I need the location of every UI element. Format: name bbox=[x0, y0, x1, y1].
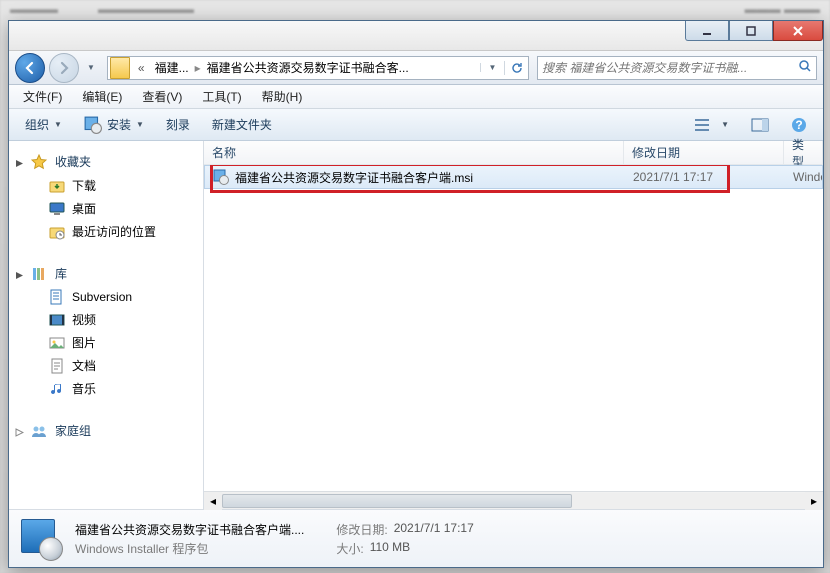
search-input[interactable] bbox=[542, 61, 798, 75]
install-button[interactable]: 安装▼ bbox=[74, 112, 154, 138]
details-size-label: 大小: bbox=[336, 540, 363, 557]
sidebar-item-downloads[interactable]: 下载 bbox=[9, 174, 203, 197]
collapse-icon[interactable] bbox=[15, 269, 24, 278]
titlebar bbox=[9, 21, 823, 51]
desktop-icon bbox=[49, 201, 65, 217]
subversion-icon bbox=[49, 289, 65, 305]
scrollbar-thumb[interactable] bbox=[222, 494, 572, 508]
chevron-down-icon: ▼ bbox=[136, 120, 144, 129]
nav-bar: ▼ « 福建... ▸ 福建省公共资源交易数字证书融合客... ▼ bbox=[9, 51, 823, 85]
videos-icon bbox=[49, 312, 65, 328]
recent-icon bbox=[49, 224, 65, 240]
breadcrumb[interactable]: « 福建... ▸ 福建省公共资源交易数字证书融合客... ▼ bbox=[107, 56, 529, 80]
folder-icon bbox=[110, 57, 130, 79]
file-row[interactable]: 福建省公共资源交易数字证书融合客户端.msi 2021/7/1 17:17 Wi… bbox=[204, 165, 823, 189]
breadcrumb-segment[interactable]: 福建... bbox=[151, 59, 193, 76]
forward-button[interactable] bbox=[49, 53, 79, 83]
documents-icon bbox=[49, 358, 65, 374]
column-header-date[interactable]: 修改日期 bbox=[624, 141, 784, 164]
homegroup-icon bbox=[31, 423, 47, 439]
details-date-label: 修改日期: bbox=[336, 521, 387, 538]
file-list-pane: 名称 修改日期 类型 福建省公共资源交易数字证书融合客户端.msi 2021/7… bbox=[204, 141, 823, 509]
organize-button[interactable]: 组织▼ bbox=[15, 112, 72, 137]
minimize-button[interactable] bbox=[685, 21, 729, 41]
sidebar-item-recent[interactable]: 最近访问的位置 bbox=[9, 220, 203, 243]
history-dropdown-icon[interactable]: ▼ bbox=[83, 63, 99, 72]
close-button[interactable] bbox=[773, 21, 823, 41]
breadcrumb-prefix: « bbox=[132, 61, 151, 75]
menu-tools[interactable]: 工具(T) bbox=[194, 86, 249, 107]
new-folder-button[interactable]: 新建文件夹 bbox=[202, 112, 282, 137]
burn-button[interactable]: 刻录 bbox=[156, 112, 200, 137]
menu-edit[interactable]: 编辑(E) bbox=[74, 86, 130, 107]
sidebar-item-videos[interactable]: 视频 bbox=[9, 308, 203, 331]
details-kind: Windows Installer 程序包 bbox=[75, 540, 304, 557]
menu-view[interactable]: 查看(V) bbox=[134, 86, 190, 107]
sidebar-item-desktop[interactable]: 桌面 bbox=[9, 197, 203, 220]
column-header-type[interactable]: 类型 bbox=[784, 141, 823, 164]
menubar: 文件(F) 编辑(E) 查看(V) 工具(T) 帮助(H) bbox=[9, 85, 823, 109]
refresh-icon[interactable] bbox=[504, 61, 528, 75]
file-list[interactable]: 福建省公共资源交易数字证书融合客户端.msi 2021/7/1 17:17 Wi… bbox=[204, 165, 823, 491]
back-button[interactable] bbox=[15, 53, 45, 83]
chevron-down-icon: ▼ bbox=[721, 120, 729, 129]
file-name: 福建省公共资源交易数字证书融合客户端.msi bbox=[235, 169, 473, 186]
maximize-button[interactable] bbox=[729, 21, 773, 41]
details-pane: 福建省公共资源交易数字证书融合客户端.... Windows Installer… bbox=[9, 509, 823, 567]
breadcrumb-segment[interactable]: 福建省公共资源交易数字证书融合客... bbox=[203, 59, 413, 76]
search-icon[interactable] bbox=[798, 59, 812, 76]
search-box[interactable] bbox=[537, 56, 817, 80]
file-date: 2021/7/1 17:17 bbox=[625, 170, 785, 184]
downloads-icon bbox=[49, 178, 65, 194]
view-options-button[interactable]: ▼ bbox=[684, 113, 739, 137]
collapse-icon[interactable] bbox=[15, 157, 24, 166]
details-name: 福建省公共资源交易数字证书融合客户端.... bbox=[75, 521, 304, 538]
help-button[interactable]: ? bbox=[781, 113, 817, 137]
msi-icon bbox=[213, 169, 229, 185]
scroll-right-icon[interactable]: ▸ bbox=[805, 492, 823, 510]
scroll-left-icon[interactable]: ◂ bbox=[204, 492, 222, 510]
music-icon bbox=[49, 381, 65, 397]
svg-text:?: ? bbox=[795, 118, 802, 132]
file-type: Windo bbox=[785, 170, 822, 184]
sidebar-item-subversion[interactable]: Subversion bbox=[9, 286, 203, 308]
sidebar-item-documents[interactable]: 文档 bbox=[9, 354, 203, 377]
expand-icon[interactable] bbox=[15, 426, 24, 435]
sidebar-group-libraries[interactable]: 库 bbox=[9, 261, 203, 286]
details-size-value: 110 MB bbox=[370, 540, 410, 557]
menu-file[interactable]: 文件(F) bbox=[15, 86, 70, 107]
installer-icon bbox=[84, 116, 102, 134]
explorer-window: ▼ « 福建... ▸ 福建省公共资源交易数字证书融合客... ▼ 文件(F) … bbox=[8, 20, 824, 568]
pictures-icon bbox=[49, 335, 65, 351]
column-header-name[interactable]: 名称 bbox=[204, 141, 624, 164]
horizontal-scrollbar[interactable]: ◂ ▸ bbox=[204, 491, 823, 509]
preview-pane-button[interactable] bbox=[741, 114, 779, 136]
star-icon bbox=[31, 154, 47, 170]
sidebar-item-music[interactable]: 音乐 bbox=[9, 377, 203, 400]
column-headers: 名称 修改日期 类型 bbox=[204, 141, 823, 165]
sidebar-group-homegroup[interactable]: 家庭组 bbox=[9, 418, 203, 443]
menu-help[interactable]: 帮助(H) bbox=[254, 86, 311, 107]
dropdown-icon[interactable]: ▼ bbox=[480, 63, 504, 72]
sidebar-item-pictures[interactable]: 图片 bbox=[9, 331, 203, 354]
msi-large-icon bbox=[19, 517, 63, 561]
details-date-value: 2021/7/1 17:17 bbox=[394, 521, 474, 538]
chevron-down-icon: ▼ bbox=[54, 120, 62, 129]
sidebar-group-favorites[interactable]: 收藏夹 bbox=[9, 149, 203, 174]
toolbar: 组织▼ 安装▼ 刻录 新建文件夹 ▼ ? bbox=[9, 109, 823, 141]
chevron-right-icon: ▸ bbox=[193, 61, 203, 75]
sidebar: 收藏夹 下载 桌面 最近访问的位置 库 Subversion 视频 图片 文档 … bbox=[9, 141, 204, 509]
libraries-icon bbox=[31, 266, 47, 282]
